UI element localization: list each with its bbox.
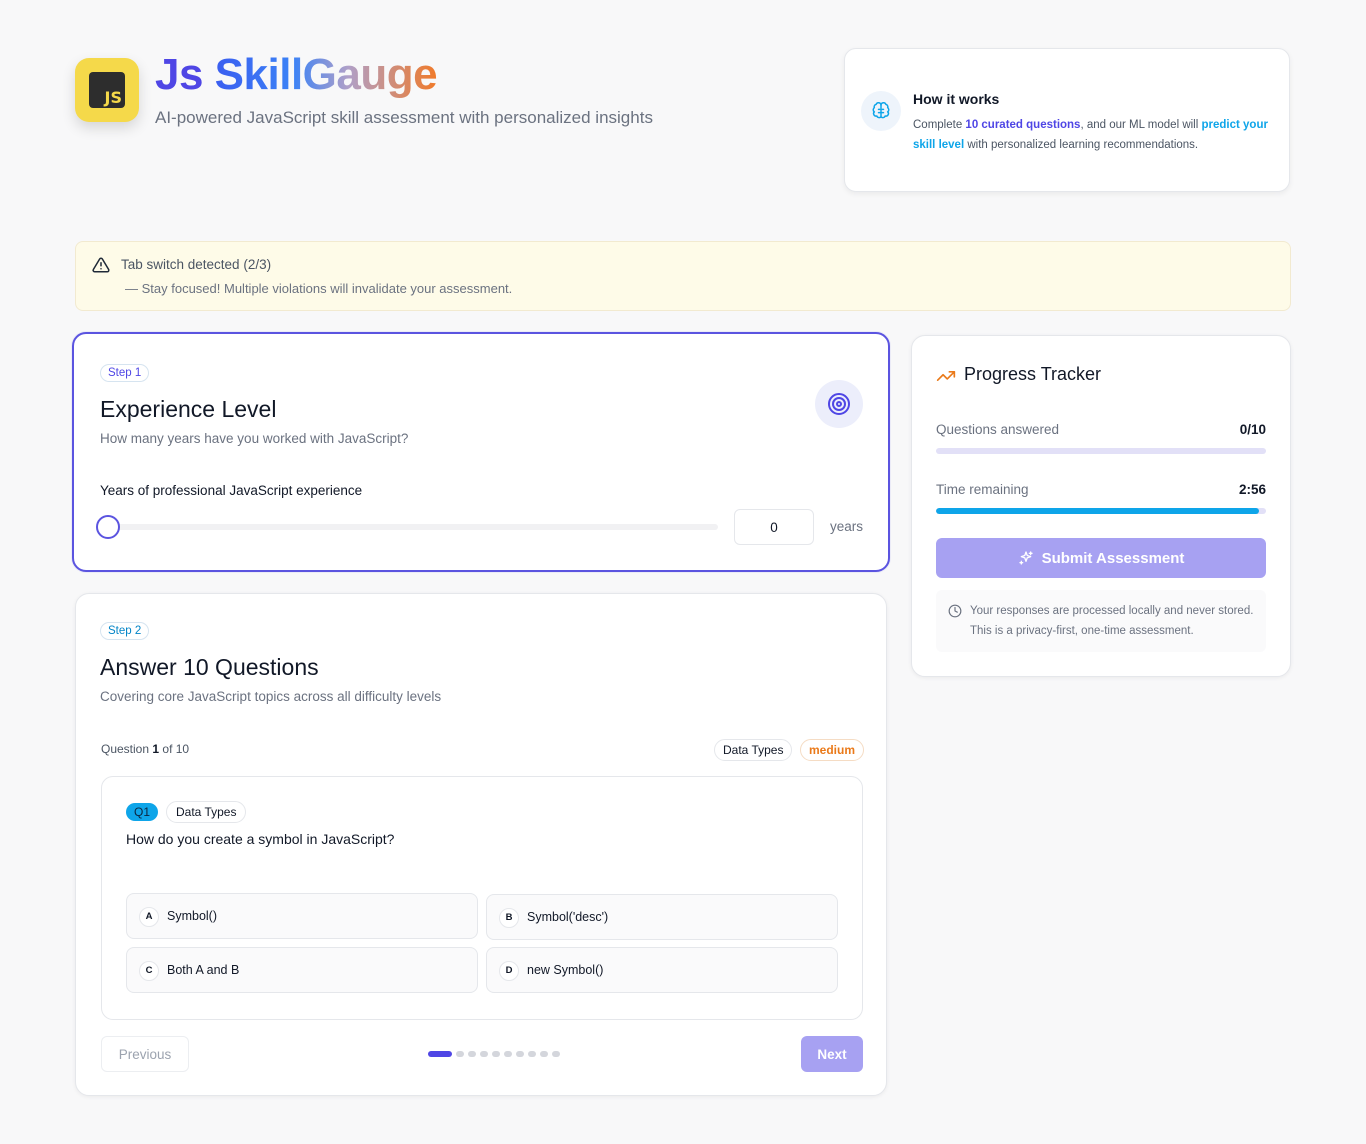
privacy-text: Your responses are processed locally and… [970, 605, 1254, 637]
pagination-dot[interactable] [492, 1051, 500, 1057]
tab-switch-warning: Tab switch detected (2/3) — Stay focused… [75, 241, 1291, 311]
pagination-dot[interactable] [468, 1051, 476, 1057]
option-a[interactable]: A Symbol() [126, 893, 478, 939]
warning-title: Tab switch detected (2/3) [121, 257, 272, 272]
trending-up-icon [936, 371, 956, 381]
topic-tag: Data Types [714, 739, 793, 761]
pagination-dot[interactable] [428, 1051, 452, 1057]
progress-tracker-card: Progress Tracker Questions answered 0/10… [911, 335, 1291, 677]
question-pagination [428, 1050, 560, 1058]
experience-level-card: Step 1 Experience Level How many years h… [72, 332, 890, 572]
how-it-works-text: Complete 10 curated questions, and our M… [913, 119, 1268, 151]
pagination-dot[interactable] [552, 1051, 560, 1057]
question-counter: Question 1 of 10 [101, 742, 190, 756]
progress-tracker-title: Progress Tracker [964, 364, 1102, 384]
experience-level-subtitle: How many years have you worked with Java… [100, 431, 409, 446]
option-letter: A [139, 907, 159, 927]
difficulty-tag: medium [800, 739, 865, 761]
pagination-dot[interactable] [516, 1051, 524, 1057]
time-remaining-bar [936, 508, 1266, 514]
option-text: Both A and B [167, 963, 240, 977]
experience-level-title: Experience Level [100, 396, 277, 422]
option-letter: D [499, 961, 519, 981]
js-logo-icon: JS [75, 58, 139, 122]
pagination-dot[interactable] [528, 1051, 536, 1057]
experience-slider-thumb[interactable] [96, 515, 120, 539]
pagination-dot[interactable] [456, 1051, 464, 1057]
option-text: new Symbol() [527, 963, 604, 977]
privacy-note: Your responses are processed locally and… [936, 590, 1266, 652]
option-text: Symbol() [167, 909, 218, 923]
option-b[interactable]: B Symbol('desc') [486, 894, 838, 940]
clock-icon [948, 604, 962, 618]
questions-answered-label: Questions answered [936, 422, 1060, 437]
questions-answered-value: 0/10 [1239, 422, 1266, 437]
pagination-dot[interactable] [504, 1051, 512, 1057]
next-button[interactable]: Next [801, 1036, 863, 1072]
questions-title: Answer 10 Questions [100, 654, 319, 680]
step-2-pill: Step 2 [100, 622, 150, 640]
years-unit-label: years [830, 519, 864, 534]
previous-button[interactable]: Previous [101, 1036, 189, 1072]
question-topic-badge: Data Types [166, 801, 247, 823]
question-text: How do you create a symbol in JavaScript… [126, 831, 395, 847]
pagination-dot[interactable] [480, 1051, 488, 1057]
time-remaining-fill [936, 508, 1260, 514]
questions-answered-bar [936, 448, 1266, 454]
years-input[interactable] [734, 509, 814, 545]
questions-card: Step 2 Answer 10 Questions Covering core… [75, 593, 887, 1096]
sparkles-icon [1018, 551, 1033, 565]
time-remaining-label: Time remaining [936, 482, 1029, 497]
warning-triangle-icon [92, 257, 110, 273]
brain-icon [861, 91, 901, 131]
option-c[interactable]: C Both A and B [126, 947, 478, 993]
app-subtitle: AI-powered JavaScript skill assessment w… [155, 108, 653, 127]
warning-message: — Stay focused! Multiple violations will… [125, 281, 513, 296]
option-letter: C [139, 961, 159, 981]
app-header: JS Js SkillGauge AI-powered JavaScript s… [75, 50, 835, 150]
how-it-works-card: How it works Complete 10 curated questio… [844, 48, 1290, 192]
time-remaining-value: 2:56 [1238, 482, 1266, 497]
question-number-badge: Q1 [126, 803, 159, 821]
app-title: Js SkillGauge [155, 50, 438, 99]
option-text: Symbol('desc') [527, 910, 609, 924]
option-d[interactable]: D new Symbol() [486, 947, 838, 993]
questions-subtitle: Covering core JavaScript topics across a… [100, 689, 442, 704]
submit-assessment-label: Submit Assessment [1041, 549, 1185, 567]
how-it-works-title: How it works [913, 91, 1000, 107]
step-1-pill: Step 1 [100, 364, 150, 382]
experience-slider-track[interactable] [98, 524, 718, 530]
experience-field-label: Years of professional JavaScript experie… [100, 483, 363, 498]
target-icon [815, 380, 863, 428]
question-box: Q1 Data Types How do you create a symbol… [101, 776, 863, 1020]
submit-assessment-button[interactable]: Submit Assessment [936, 538, 1266, 578]
option-letter: B [499, 908, 519, 928]
pagination-dot[interactable] [540, 1051, 548, 1057]
